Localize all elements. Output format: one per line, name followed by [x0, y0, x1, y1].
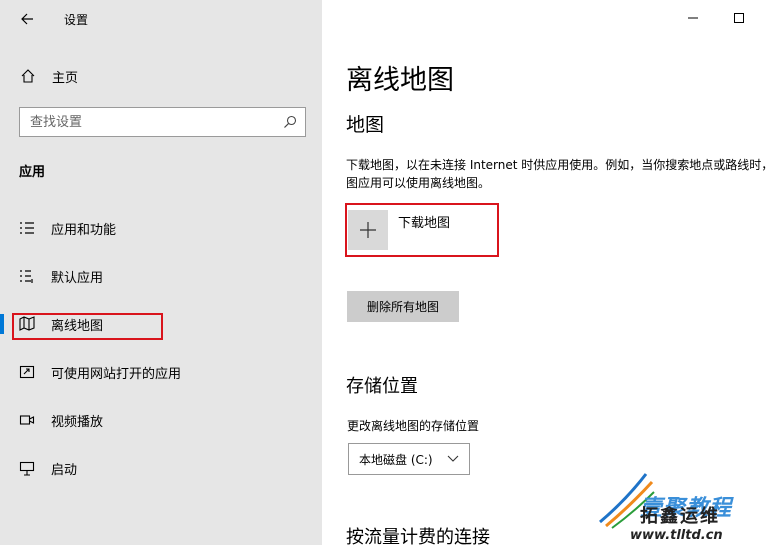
home-icon [21, 69, 35, 83]
sidebar-item-home[interactable]: 主页 [20, 66, 78, 86]
storage-location-dropdown[interactable]: 本地磁盘 (C:) [348, 443, 470, 475]
main-content: 离线地图 地图 下载地图，以在未连接 Internet 时供应用使用。例如，当你… [322, 0, 770, 545]
sidebar-item-label: 离线地图 [51, 318, 104, 334]
back-arrow-icon [21, 13, 33, 25]
sidebar-item-label: 主页 [52, 70, 79, 86]
sidebar-item-apps-for-websites[interactable]: 可使用网站打开的应用 [0, 354, 322, 390]
close-button[interactable] [762, 0, 770, 36]
delete-all-maps-button[interactable]: 删除所有地图 [347, 291, 459, 322]
window-controls [670, 0, 770, 36]
section-title-maps: 地图 [346, 114, 385, 136]
sidebar-item-startup[interactable]: 启动 [0, 450, 322, 486]
section-title-storage: 存储位置 [346, 376, 418, 397]
maximize-button[interactable] [716, 0, 762, 36]
map-icon [18, 315, 36, 333]
sidebar-item-label: 可使用网站打开的应用 [51, 366, 182, 382]
download-maps-label: 下载地图 [398, 216, 451, 231]
sidebar-item-label: 视频播放 [51, 414, 104, 430]
sidebar-item-apps-features[interactable]: 应用和功能 [0, 210, 322, 246]
search-input[interactable] [20, 108, 275, 136]
section-title-metered: 按流量计费的连接 [346, 527, 490, 545]
page-title: 离线地图 [346, 65, 454, 96]
sidebar-item-label: 应用和功能 [51, 222, 117, 238]
back-button[interactable] [14, 8, 40, 30]
sidebar-item-video-playback[interactable]: 视频播放 [0, 402, 322, 438]
sidebar-item-label: 默认应用 [51, 270, 104, 286]
open-in-app-icon [18, 363, 36, 381]
sidebar-item-default-apps[interactable]: 默认应用 [0, 258, 322, 294]
app-title: 设置 [64, 13, 89, 27]
dropdown-value: 本地磁盘 (C:) [359, 452, 433, 467]
default-apps-icon [18, 267, 36, 285]
list-icon [18, 219, 36, 237]
maps-description: 下载地图，以在未连接 Internet 时供应用使用。例如，当你搜索地点或路线时… [346, 158, 770, 190]
minimize-icon [688, 17, 698, 19]
section-header: 应用 [19, 165, 46, 180]
video-icon [18, 411, 36, 429]
sidebar-item-label: 启动 [51, 462, 78, 478]
minimize-button[interactable] [670, 0, 716, 36]
startup-icon [18, 459, 36, 477]
chevron-down-icon [447, 455, 459, 462]
search-box [19, 107, 306, 137]
sidebar-item-offline-maps[interactable]: 离线地图 [0, 306, 322, 342]
sidebar: 设置 主页 应用 应用和功能 默认应用 [0, 0, 322, 545]
download-maps-button[interactable]: 下载地图 [348, 210, 450, 250]
maximize-icon [734, 13, 744, 23]
search-icon[interactable] [275, 115, 305, 129]
plus-icon [348, 210, 388, 250]
storage-location-label: 更改离线地图的存储位置 [347, 419, 480, 433]
